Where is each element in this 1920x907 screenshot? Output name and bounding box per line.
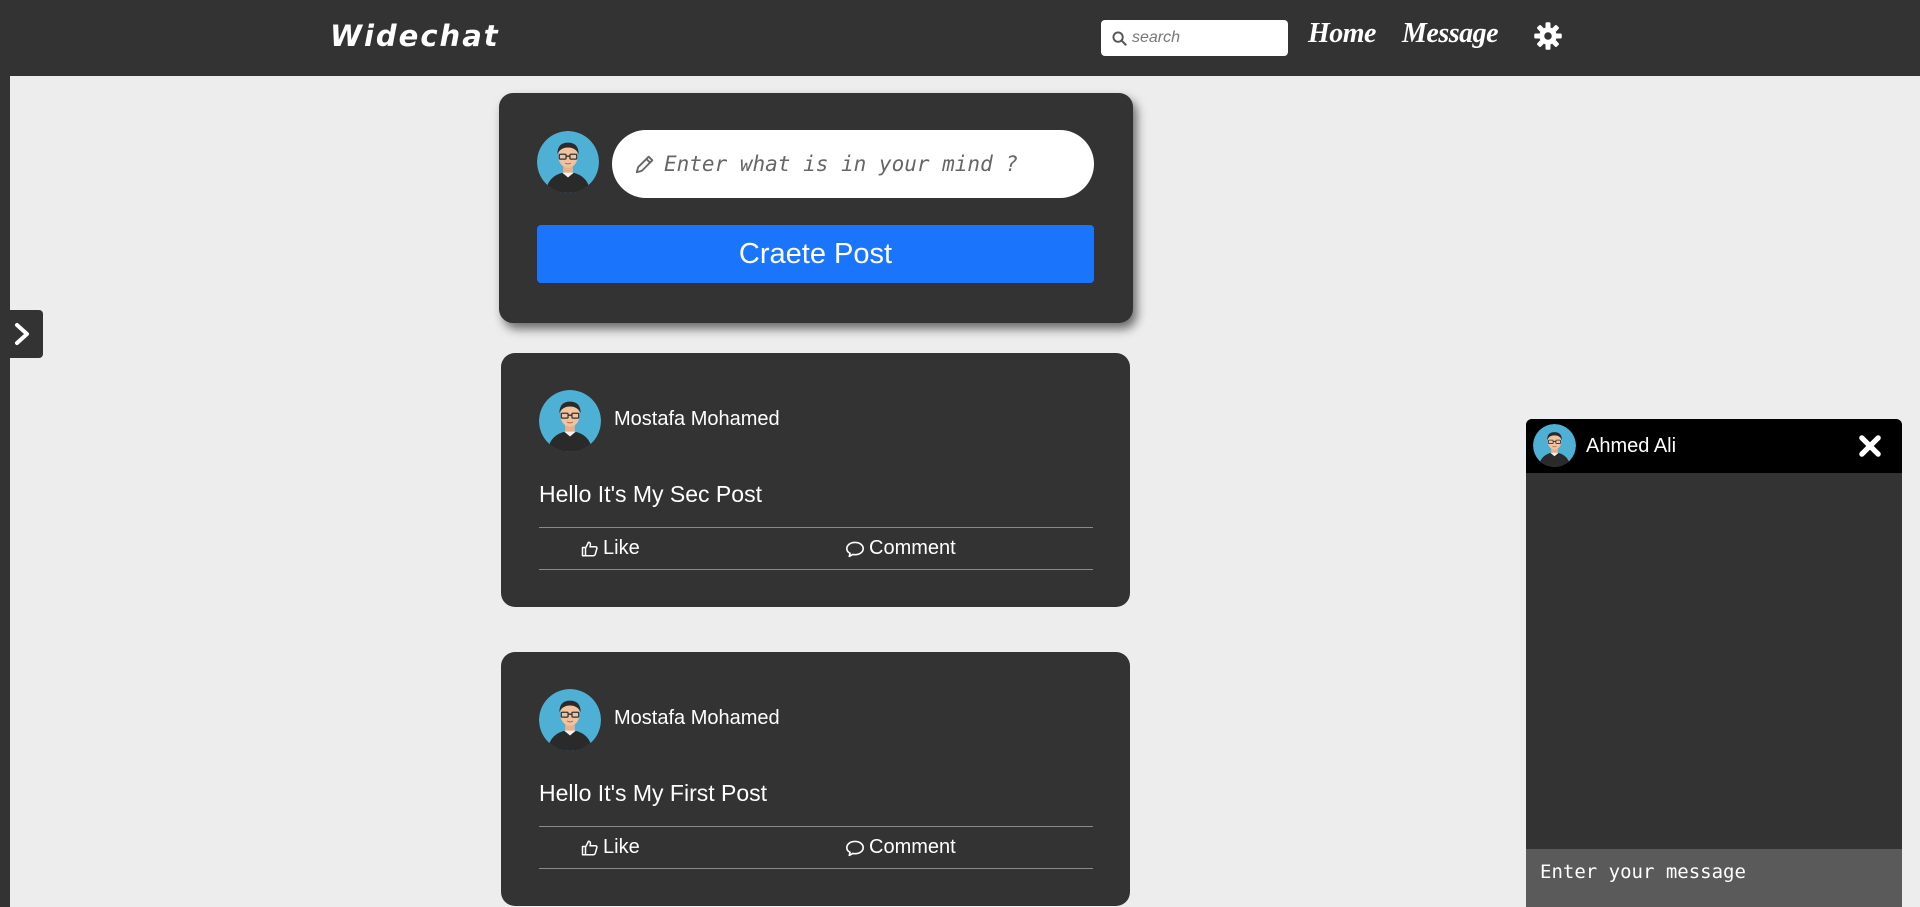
comment-label: Comment — [869, 537, 956, 559]
post-actions-bar: Like Comment — [539, 826, 1093, 869]
close-icon[interactable] — [1856, 432, 1884, 460]
search-input[interactable] — [1132, 29, 1282, 47]
create-post-card: Craete Post — [499, 93, 1133, 323]
nav-link-message[interactable]: Message — [1402, 18, 1499, 50]
top-navbar: Widechat Home Message — [0, 0, 1920, 76]
chevron-right-icon — [14, 323, 29, 345]
user-avatar — [537, 131, 599, 193]
author-avatar[interactable] — [539, 390, 601, 452]
left-sidebar-strip — [0, 76, 10, 907]
thumbs-up-icon — [581, 541, 598, 556]
search-bar[interactable] — [1101, 20, 1288, 56]
post-author-name[interactable]: Mostafa Mohamed — [614, 707, 780, 730]
comment-label: Comment — [869, 836, 956, 858]
post-composer-field[interactable] — [612, 130, 1094, 198]
brand-logo[interactable]: Widechat — [330, 19, 500, 53]
chat-contact-avatar — [1533, 424, 1576, 467]
post-author-name[interactable]: Mostafa Mohamed — [614, 408, 780, 431]
chat-contact-name: Ahmed Ali — [1586, 435, 1677, 457]
thumbs-up-icon — [581, 840, 598, 855]
comment-button[interactable]: Comment — [845, 537, 956, 560]
post-text: Hello It's My First Post — [539, 780, 768, 806]
post-card: Mostafa Mohamed Hello It's My Sec Post L… — [501, 353, 1130, 607]
like-label: Like — [603, 537, 640, 559]
author-avatar[interactable] — [539, 689, 601, 751]
like-button[interactable]: Like — [581, 836, 640, 859]
pencil-icon — [635, 155, 654, 174]
chat-message-input[interactable] — [1526, 849, 1902, 907]
sidebar-toggle-button[interactable] — [0, 310, 43, 358]
chat-window: Ahmed Ali — [1526, 419, 1902, 907]
comment-button[interactable]: Comment — [845, 836, 956, 859]
post-composer-input[interactable] — [664, 152, 1084, 176]
like-label: Like — [603, 836, 640, 858]
create-post-button[interactable]: Craete Post — [537, 225, 1094, 283]
post-actions-bar: Like Comment — [539, 527, 1093, 570]
search-icon — [1112, 30, 1127, 46]
nav-link-home[interactable]: Home — [1308, 18, 1377, 50]
chat-header: Ahmed Ali — [1526, 419, 1902, 473]
gear-icon[interactable] — [1533, 21, 1563, 51]
like-button[interactable]: Like — [581, 537, 640, 560]
comment-icon — [845, 541, 864, 557]
comment-icon — [845, 840, 864, 856]
post-card: Mostafa Mohamed Hello It's My First Post… — [501, 652, 1130, 906]
post-text: Hello It's My Sec Post — [539, 481, 762, 507]
